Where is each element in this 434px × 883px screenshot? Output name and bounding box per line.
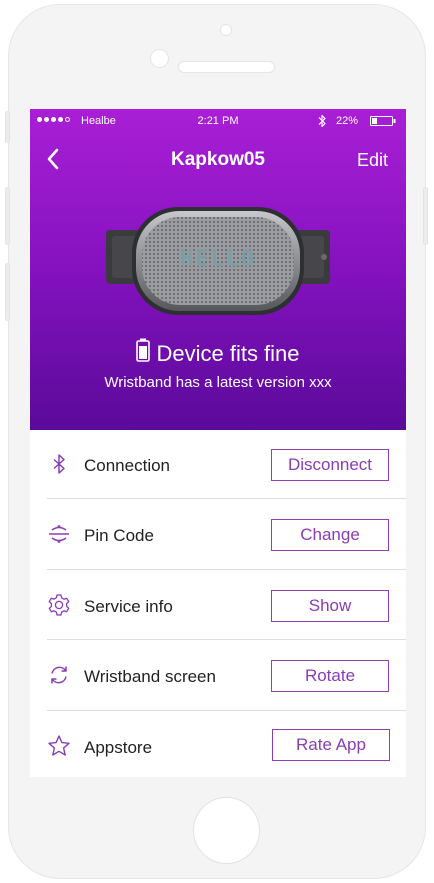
change-pin-button[interactable]: Change	[271, 519, 389, 551]
disconnect-button[interactable]: Disconnect	[271, 449, 389, 481]
battery-icon	[136, 338, 151, 362]
volume-down-button	[5, 263, 10, 321]
divider	[47, 639, 406, 640]
star-icon	[48, 735, 70, 756]
fit-status-row: Device fits fine	[30, 338, 406, 367]
gear-icon	[48, 594, 70, 616]
settings-row-appstore: Appstore Rate App	[30, 712, 406, 777]
divider	[47, 710, 406, 711]
settings-label: Appstore	[84, 738, 153, 757]
settings-label: Pin Code	[84, 526, 154, 545]
wristband-display-text: HELLO	[180, 247, 256, 272]
settings-row-pin-code: Pin Code Change	[30, 500, 406, 570]
show-service-info-button[interactable]: Show	[271, 590, 389, 622]
settings-label: Service info	[84, 597, 173, 616]
rotate-screen-button[interactable]: Rotate	[271, 660, 389, 692]
settings-row-wristband-screen: Wristband screen Rotate	[30, 641, 406, 711]
device-header: Healbe 2:21 PM 22% Kapkow05 Edit HELLO D…	[30, 109, 406, 430]
edit-button[interactable]: Edit	[357, 150, 388, 171]
settings-row-service-info: Service info Show	[30, 571, 406, 641]
divider	[47, 569, 406, 570]
bluetooth-icon	[53, 454, 65, 474]
settings-label: Connection	[84, 456, 171, 475]
app-screen: Healbe 2:21 PM 22% Kapkow05 Edit HELLO D…	[30, 109, 406, 777]
bluetooth-status-icon	[318, 114, 326, 128]
wristband-image: HELLO	[106, 207, 330, 315]
rotate-icon	[51, 666, 67, 684]
volume-up-button	[5, 187, 10, 245]
device-name-title: Kapkow05	[171, 149, 265, 170]
pin-code-icon	[49, 525, 69, 543]
settings-row-connection: Connection Disconnect	[30, 430, 406, 500]
proximity-sensor	[220, 24, 232, 36]
settings-label: Wristband screen	[84, 667, 216, 686]
fit-status-text: Device fits fine	[156, 341, 300, 366]
rate-app-button[interactable]: Rate App	[272, 729, 390, 761]
battery-percentage: 22%	[336, 115, 359, 127]
divider	[47, 498, 406, 499]
front-camera	[150, 49, 169, 68]
battery-status-icon	[370, 116, 396, 126]
mute-switch	[5, 111, 10, 143]
power-button	[423, 187, 428, 245]
earpiece-speaker	[178, 61, 275, 73]
home-button[interactable]	[193, 797, 260, 864]
status-bar: Healbe 2:21 PM 22%	[30, 109, 406, 133]
firmware-version-note: Wristband has a latest version xxx	[104, 374, 332, 391]
